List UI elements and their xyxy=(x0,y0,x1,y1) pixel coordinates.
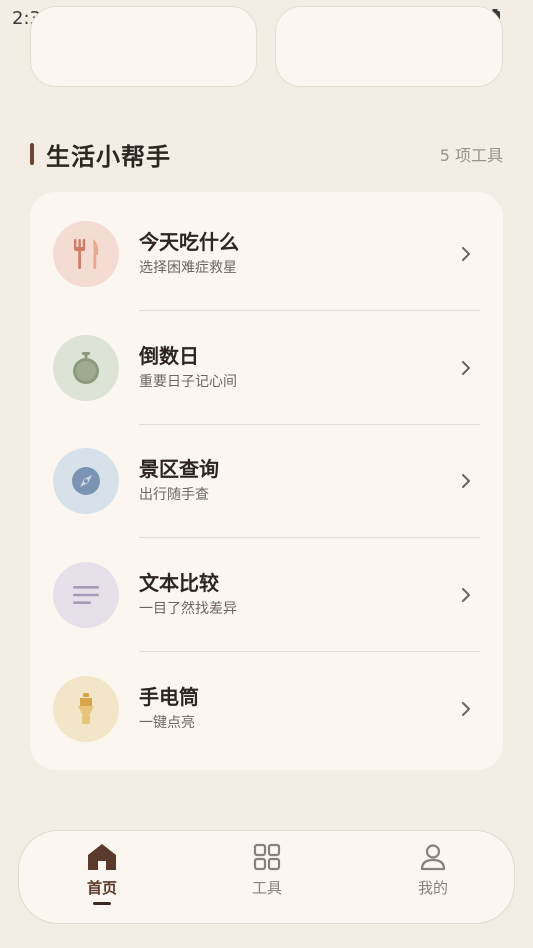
home-icon xyxy=(88,844,116,870)
tool-desc: 选择困难症救星 xyxy=(139,260,237,276)
tool-desc: 出行随手查 xyxy=(139,487,209,503)
grid-icon xyxy=(253,843,281,871)
tool-text: 手电筒 一键点亮 xyxy=(139,684,199,733)
nav-tools-label: 工具 xyxy=(251,879,282,897)
bottom-nav: 首页 工具 我的 xyxy=(18,830,515,924)
tool-text: 倒数日 重要日子记心间 xyxy=(139,343,237,392)
tool-desc: 一键点亮 xyxy=(139,715,195,731)
nav-tools[interactable]: 工具 xyxy=(222,843,312,913)
stopwatch-icon xyxy=(53,334,119,401)
nav-active-indicator xyxy=(93,902,111,905)
chevron-right-icon xyxy=(462,701,470,716)
tool-item-flashlight[interactable]: 手电筒 一键点亮 xyxy=(30,652,503,765)
nav-home-label: 首页 xyxy=(86,879,117,897)
top-card-right[interactable] xyxy=(275,6,503,87)
tool-name: 倒数日 xyxy=(139,344,199,368)
section-count: 5 项工具 xyxy=(439,146,503,165)
tool-item-text-compare[interactable]: 文本比较 一目了然找差异 xyxy=(30,538,503,651)
tool-item-what-to-eat[interactable]: 今天吃什么 选择困难症救星 xyxy=(30,197,503,310)
nav-mine-label: 我的 xyxy=(417,879,448,897)
tool-name: 景区查询 xyxy=(139,457,219,481)
tool-text: 今天吃什么 选择困难症救星 xyxy=(139,229,239,278)
chevron-right-icon xyxy=(462,360,470,375)
nav-mine[interactable]: 我的 xyxy=(388,843,478,913)
chevron-right-icon xyxy=(462,473,470,488)
top-card-left[interactable] xyxy=(30,6,257,87)
flashlight-icon xyxy=(53,675,119,742)
top-cards xyxy=(0,6,533,88)
section-title-wrap: 生活小帮手 xyxy=(30,137,171,172)
fork-knife-icon xyxy=(53,220,119,287)
tool-item-scenic-query[interactable]: 景区查询 出行随手查 xyxy=(30,424,503,537)
tool-name: 手电筒 xyxy=(139,685,199,709)
tool-desc: 一目了然找差异 xyxy=(139,601,237,617)
section-header: 生活小帮手 5 项工具 xyxy=(30,136,503,172)
tool-item-countdown[interactable]: 倒数日 重要日子记心间 xyxy=(30,311,503,424)
nav-home[interactable]: 首页 xyxy=(57,843,147,913)
chevron-right-icon xyxy=(462,587,470,602)
user-icon xyxy=(420,844,446,871)
text-lines-icon xyxy=(53,561,119,628)
chevron-right-icon xyxy=(462,246,470,261)
compass-icon xyxy=(53,447,119,514)
tool-name: 文本比较 xyxy=(139,571,219,595)
section-title: 生活小帮手 xyxy=(46,142,171,171)
tool-text: 文本比较 一目了然找差异 xyxy=(139,570,237,619)
tool-name: 今天吃什么 xyxy=(139,230,239,254)
tool-desc: 重要日子记心间 xyxy=(139,374,237,390)
tool-list-card: 今天吃什么 选择困难症救星 倒数日 重要日子记心间 景区查询 出行随手查 文本比… xyxy=(30,192,503,770)
section-accent-bar xyxy=(30,143,34,165)
tool-text: 景区查询 出行随手查 xyxy=(139,456,219,505)
